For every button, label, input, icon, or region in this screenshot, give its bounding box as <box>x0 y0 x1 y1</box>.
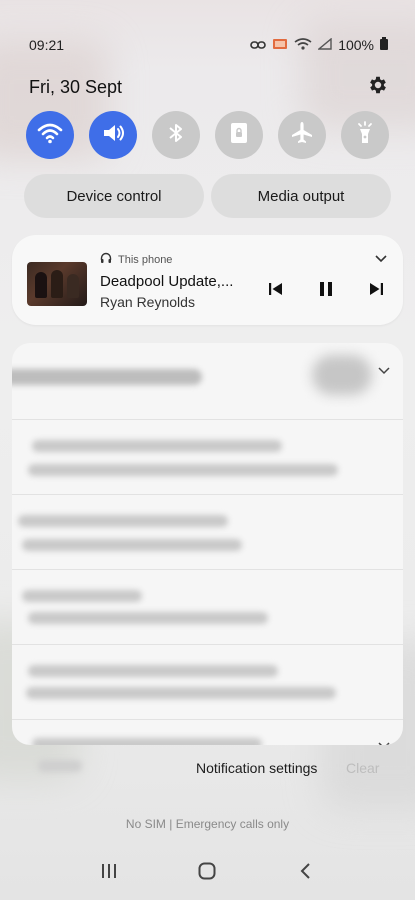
bluetooth-toggle[interactable] <box>152 111 200 159</box>
flashlight-toggle[interactable] <box>341 111 389 159</box>
skip-previous-icon[interactable] <box>267 280 285 303</box>
airplane-icon <box>289 120 315 151</box>
bluetooth-icon <box>163 120 189 151</box>
pause-icon[interactable] <box>317 280 335 303</box>
signal-icon <box>317 37 332 53</box>
notification-item-redacted[interactable] <box>12 419 403 494</box>
cast-icon <box>272 37 288 53</box>
notification-item-redacted[interactable] <box>12 494 403 569</box>
media-source: This phone <box>100 252 172 267</box>
date-label: Fri, 30 Sept <box>29 76 123 97</box>
home-icon[interactable] <box>197 861 217 886</box>
wifi-toggle[interactable] <box>26 111 74 159</box>
redacted-blob <box>38 760 82 772</box>
chevron-down-icon[interactable] <box>377 363 391 377</box>
media-controls <box>267 280 385 303</box>
headphones-icon <box>100 252 112 267</box>
carrier-status: No SIM | Emergency calls only <box>125 817 290 831</box>
chevron-down-icon[interactable] <box>377 738 391 745</box>
header-row: Fri, 30 Sept <box>29 72 389 102</box>
recent-apps-icon[interactable] <box>99 861 119 886</box>
media-source-label: This phone <box>118 253 173 266</box>
quick-settings-row <box>26 111 389 159</box>
speaker-icon <box>100 120 126 151</box>
flashlight-icon <box>352 120 378 151</box>
link-icon <box>250 37 266 53</box>
media-title: Deadpool Update,... <box>100 273 234 290</box>
wifi-calling-icon <box>294 37 312 53</box>
battery-level: 100% <box>338 37 374 53</box>
notification-settings-button[interactable]: Notification settings <box>196 760 317 776</box>
sound-toggle[interactable] <box>89 111 137 159</box>
airplane-toggle[interactable] <box>278 111 326 159</box>
lock-screen-icon <box>226 120 252 151</box>
chevron-down-icon[interactable] <box>373 250 389 266</box>
notification-header-redacted[interactable] <box>12 343 403 419</box>
media-artist: Ryan Reynolds <box>100 294 195 310</box>
device-control-button[interactable]: Device control <box>24 174 204 218</box>
gear-icon[interactable] <box>367 74 389 101</box>
clear-button[interactable]: Clear <box>346 760 379 776</box>
status-time: 09:21 <box>29 37 65 53</box>
notification-item-redacted[interactable] <box>12 569 403 644</box>
media-player-card[interactable]: This phone Deadpool Update,... Ryan Reyn… <box>12 235 403 325</box>
battery-icon <box>380 37 388 53</box>
status-bar: 09:21 100% <box>29 30 388 60</box>
pill-row: Device control Media output <box>24 174 391 218</box>
navigation-bar <box>0 856 415 890</box>
notification-item-redacted[interactable] <box>12 644 403 719</box>
media-output-button[interactable]: Media output <box>211 174 391 218</box>
back-icon[interactable] <box>296 861 316 886</box>
wifi-icon <box>37 120 63 151</box>
notification-item-redacted[interactable] <box>12 719 403 745</box>
skip-next-icon[interactable] <box>367 280 385 303</box>
album-art <box>27 262 87 306</box>
lock-screen-toggle[interactable] <box>215 111 263 159</box>
notifications-group[interactable] <box>12 343 403 745</box>
